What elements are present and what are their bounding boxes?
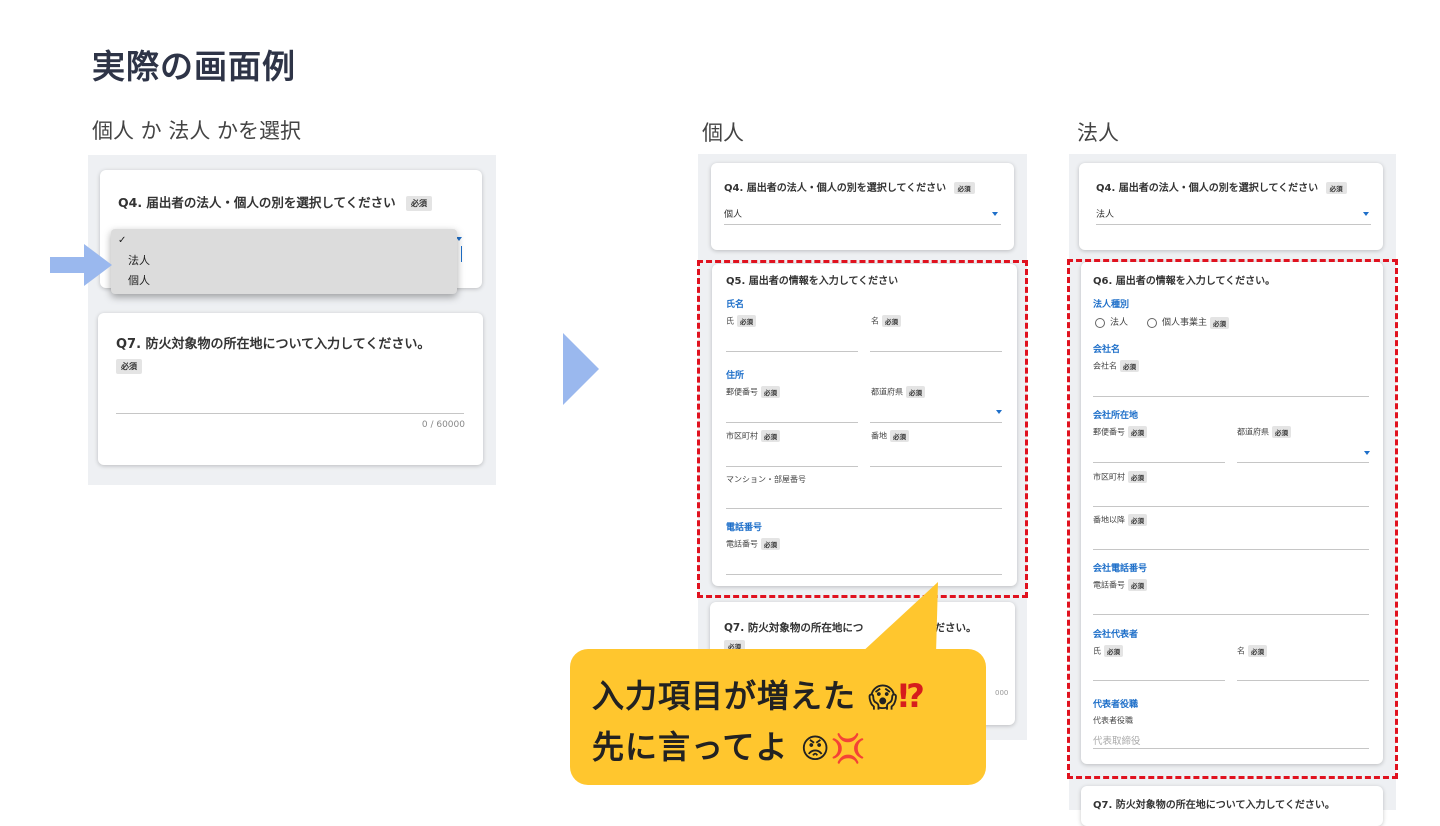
required-badge: 必須 (406, 196, 433, 211)
q4-card: Q4. 届出者の法人・個人の別を選択してください 必須 法人 (1079, 163, 1383, 250)
type-dropdown-menu: ✓ 法人 個人 (111, 229, 457, 294)
chevron-down-icon (1363, 212, 1369, 216)
caption-select-type: 個人 か 法人 かを選択 (92, 119, 302, 143)
scream-emoji-icon: 😱 (868, 681, 899, 714)
anger-symbol-icon: 💢 (830, 732, 867, 765)
q4-title: Q4. 届出者の法人・個人の別を選択してください 必須 (1096, 179, 1347, 194)
dropdown-option-blank[interactable]: ✓ (118, 235, 126, 246)
select-underline (460, 246, 462, 262)
speech-bubble: 入力項目が増えた 😱⁉ 先に言ってよ 😡💢 (570, 649, 986, 785)
caption-corporate: 法人 (1077, 121, 1119, 145)
transition-arrow-icon (563, 333, 599, 405)
required-badge: 必須 (953, 182, 975, 194)
highlight-added-fields-corporate (1067, 259, 1398, 779)
q4-title: Q4. 届出者の法人・個人の別を選択してください 必須 (724, 179, 975, 194)
angry-face-icon: 😡 (800, 732, 831, 765)
chevron-down-icon (992, 212, 998, 216)
required-badge: 必須 (1325, 182, 1347, 194)
char-counter: 0 / 60000 (421, 420, 465, 430)
screenshot-select-panel: Q4. 届出者の法人・個人の別を選択してください 必須 ✓ 法人 個人 Q7. … (88, 155, 496, 485)
interrobang-icon: ⁉ (898, 677, 926, 715)
bubble-line-2: 先に言ってよ 😡💢 (592, 728, 867, 766)
q7-title: Q7. 防火対象物の所在地について入力してください。 (116, 337, 431, 352)
slide-title: 実際の画面例 (92, 47, 296, 86)
caption-individual: 個人 (702, 121, 744, 145)
required-badge: 必須 (116, 359, 142, 374)
q7-card: Q7. 防火対象物の所在地について入力してください。 必須 0 / 60000 (98, 313, 483, 465)
select-underline (1096, 224, 1371, 225)
q7-card: Q7. 防火対象物の所在地について入力してください。 (1081, 786, 1383, 826)
bubble-line-1: 入力項目が増えた 😱⁉ (592, 677, 926, 715)
q4-title: Q4. 届出者の法人・個人の別を選択してください 必須 (118, 192, 433, 211)
q4-card: Q4. 届出者の法人・個人の別を選択してください 必須 個人 (711, 163, 1014, 250)
dropdown-option-corporate[interactable]: 法人 (128, 252, 150, 268)
q7-input-underline[interactable] (116, 413, 464, 414)
q4-selected-value[interactable]: 個人 (724, 207, 742, 220)
arrow-right-icon (50, 244, 112, 286)
q4-selected-value[interactable]: 法人 (1096, 207, 1114, 220)
dropdown-option-individual[interactable]: 個人 (128, 272, 150, 288)
speech-bubble-tail (860, 582, 938, 654)
q7-title: Q7. 防火対象物の所在地について入力してください。 (1093, 800, 1335, 811)
char-counter: 000 (995, 689, 1009, 697)
highlight-added-fields-individual (697, 260, 1028, 598)
select-underline (724, 224, 1001, 225)
